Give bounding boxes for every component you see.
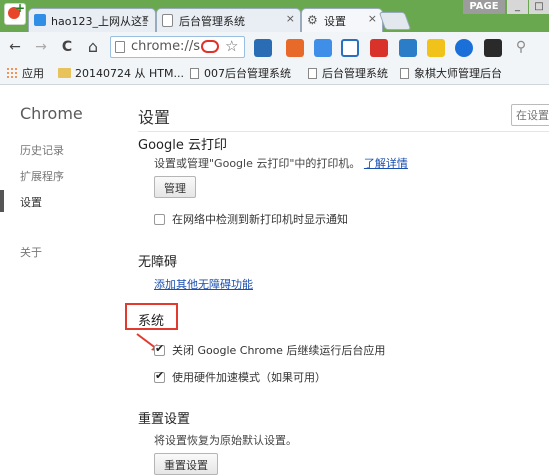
system-highlight-box bbox=[125, 303, 178, 330]
sidebar-item-history[interactable]: 历史记录 bbox=[20, 142, 64, 158]
tab-admin[interactable]: 后台管理系统 × bbox=[156, 8, 301, 32]
hardware-acceleration-checkbox[interactable] bbox=[154, 369, 165, 383]
window-titlebar: hao123_上网从这里开始 × 后台管理系统 × ⚙ 设置 × PAGE _ … bbox=[0, 0, 549, 32]
hao123-tab-icon bbox=[34, 14, 46, 26]
off-extension-icon[interactable] bbox=[370, 39, 388, 57]
extension-icon-7[interactable] bbox=[427, 39, 445, 57]
s-extension-icon[interactable] bbox=[399, 39, 417, 57]
extension-icon-2[interactable] bbox=[286, 39, 304, 57]
settings-search-input[interactable] bbox=[511, 104, 549, 126]
infinity-extension-icon[interactable] bbox=[201, 40, 219, 53]
notify-new-printers-checkbox[interactable] bbox=[154, 214, 165, 225]
sidebar-item-about[interactable]: 关于 bbox=[20, 244, 42, 260]
extension-icon-4[interactable] bbox=[341, 39, 359, 57]
hardware-acceleration-row[interactable]: 使用硬件加速模式（如果可用） bbox=[154, 369, 326, 385]
bookmark-folder[interactable]: 20140724 从 HTM... bbox=[58, 65, 184, 81]
gear-icon: ⚙ bbox=[307, 13, 318, 27]
sidebar-item-settings[interactable]: 设置 bbox=[20, 194, 42, 210]
home-button[interactable]: ⌂ bbox=[84, 38, 102, 56]
browser-toolbar: ← → C ⌂ chrome://s ☆ ⚲ bbox=[0, 32, 549, 62]
page-icon bbox=[115, 41, 125, 53]
cloud-print-desc: 设置或管理"Google 云打印"中的打印机。 了解详情 bbox=[154, 157, 408, 170]
header-divider bbox=[138, 131, 549, 132]
reload-button[interactable]: C bbox=[58, 38, 76, 56]
page-title: 设置 bbox=[138, 108, 171, 127]
tab-title: 设置 bbox=[324, 15, 346, 28]
tab-hao123[interactable]: hao123_上网从这里开始 × bbox=[28, 8, 156, 32]
bookmark-chess-admin[interactable]: 象棋大师管理后台 bbox=[400, 65, 502, 81]
bookmark-apps[interactable]: 应用 bbox=[6, 65, 44, 81]
forward-button[interactable]: → bbox=[32, 38, 50, 56]
bookmark-007-admin[interactable]: 007后台管理系统 bbox=[190, 65, 291, 81]
tab-close-icon[interactable]: × bbox=[141, 12, 150, 25]
cloud-print-heading: Google 云打印 bbox=[138, 138, 227, 153]
extension-icon-9[interactable] bbox=[484, 39, 502, 57]
tab-settings[interactable]: ⚙ 设置 × bbox=[301, 8, 383, 32]
learn-more-link[interactable]: 了解详情 bbox=[364, 157, 408, 170]
extension-icon-8[interactable] bbox=[455, 39, 473, 57]
extension-icon-3[interactable] bbox=[314, 39, 332, 57]
bookmarks-bar: 应用 20140724 从 HTM... 007后台管理系统 后台管理系统 象棋… bbox=[0, 62, 549, 85]
background-apps-checkbox[interactable] bbox=[154, 342, 165, 356]
page-icon bbox=[308, 68, 317, 79]
sidebar-active-marker bbox=[0, 190, 4, 212]
background-apps-row[interactable]: 关闭 Google Chrome 后继续运行后台应用 bbox=[154, 342, 385, 358]
bookmark-star-icon[interactable]: ☆ bbox=[225, 37, 238, 55]
address-text: chrome://s bbox=[131, 39, 200, 54]
reset-heading: 重置设置 bbox=[138, 412, 191, 427]
new-tab-button[interactable] bbox=[378, 12, 412, 30]
apps-icon bbox=[6, 67, 17, 78]
address-bar[interactable]: chrome://s ☆ bbox=[110, 36, 245, 58]
sidebar-item-extensions[interactable]: 扩展程序 bbox=[20, 168, 64, 184]
bookmark-admin[interactable]: 后台管理系统 bbox=[308, 65, 388, 81]
add-accessibility-link-row: 添加其他无障碍功能 bbox=[154, 276, 253, 292]
wrench-icon[interactable]: ⚲ bbox=[512, 38, 530, 56]
extension-icon-1[interactable] bbox=[254, 39, 272, 57]
maximize-button[interactable]: □ bbox=[529, 0, 549, 14]
sidebar-title: Chrome bbox=[20, 104, 83, 123]
reset-desc: 将设置恢复为原始默认设置。 bbox=[154, 434, 297, 447]
tab-close-icon[interactable]: × bbox=[286, 12, 295, 25]
add-accessibility-link[interactable]: 添加其他无障碍功能 bbox=[154, 278, 253, 291]
folder-icon bbox=[58, 68, 71, 78]
accessibility-heading: 无障碍 bbox=[138, 255, 178, 270]
page-tab-icon bbox=[162, 14, 173, 27]
tab-title: hao123_上网从这里开始 bbox=[51, 15, 147, 28]
notify-new-printers-row[interactable]: 在网络中检测到新打印机时显示通知 bbox=[154, 211, 348, 227]
tab-close-icon[interactable]: × bbox=[368, 12, 377, 25]
page-icon bbox=[190, 68, 199, 79]
minimize-button[interactable]: _ bbox=[507, 0, 528, 14]
app-badge-icon[interactable] bbox=[4, 1, 26, 25]
tab-title: 后台管理系统 bbox=[179, 15, 245, 28]
page-badge: PAGE bbox=[463, 0, 505, 14]
manage-printers-button[interactable]: 管理 bbox=[154, 176, 196, 198]
reset-settings-button[interactable]: 重置设置 bbox=[154, 453, 218, 475]
page-icon bbox=[400, 68, 409, 79]
back-button[interactable]: ← bbox=[6, 38, 24, 56]
